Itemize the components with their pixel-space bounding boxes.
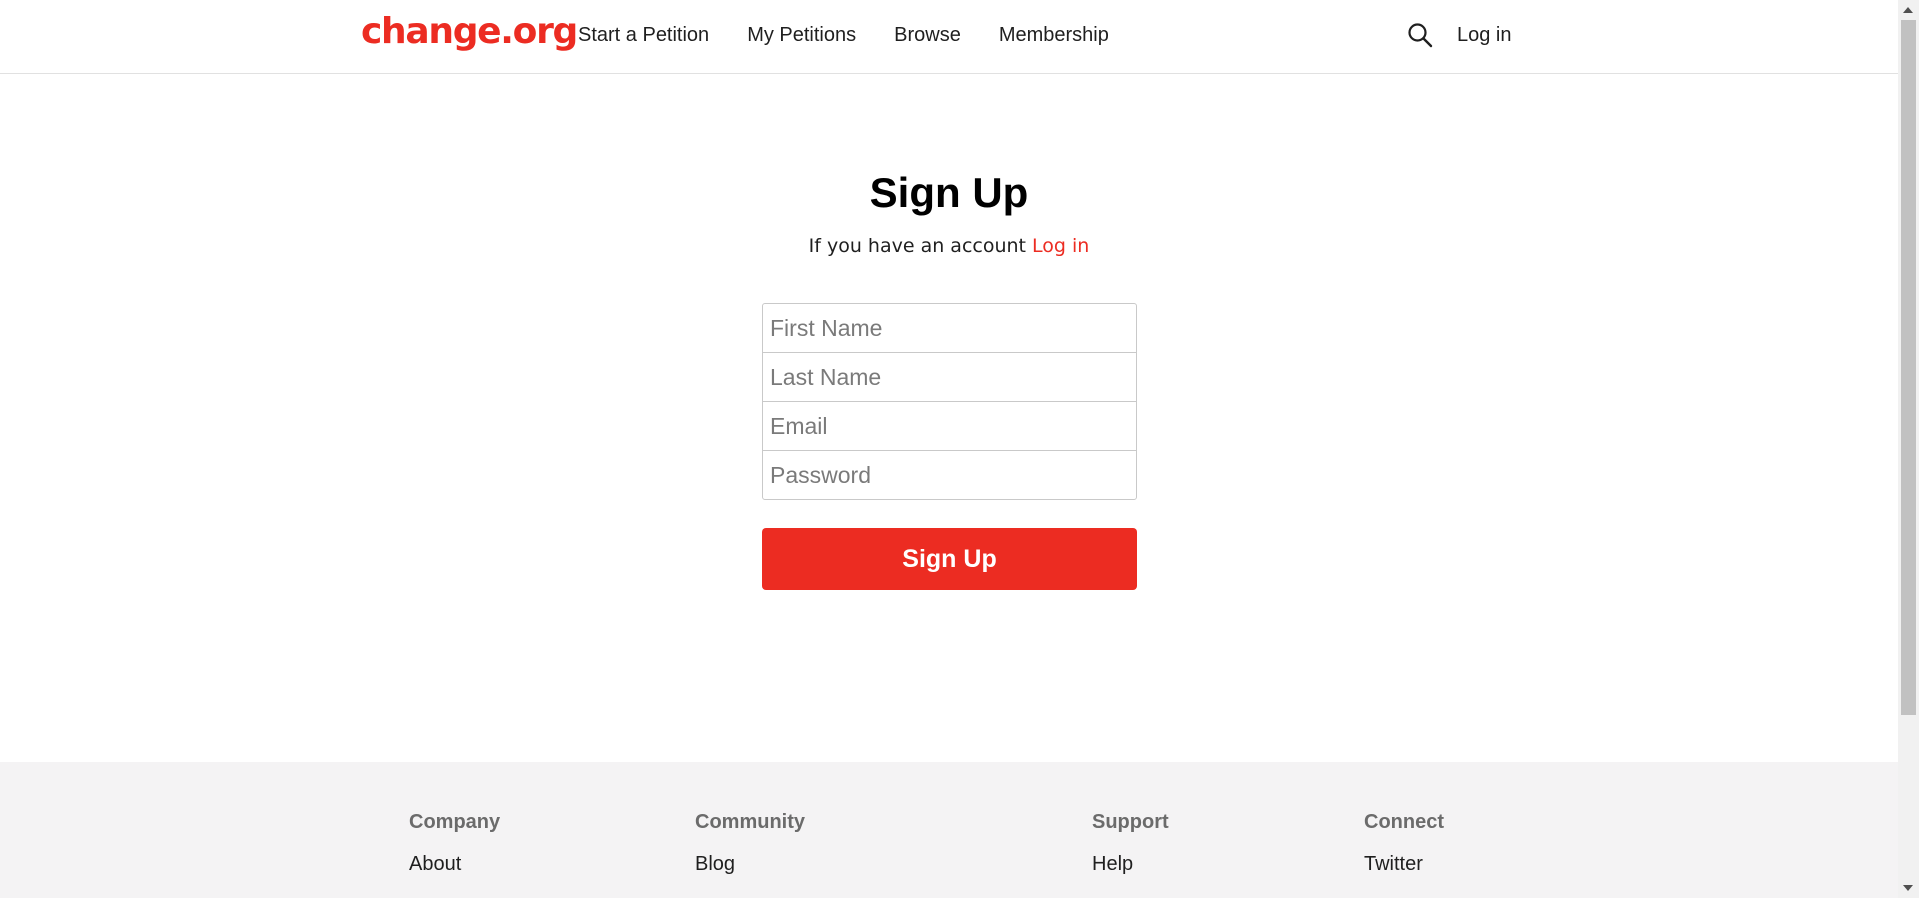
last-name-field[interactable] [762, 352, 1137, 402]
footer-column-connect: Connect Twitter [1364, 807, 1444, 879]
footer-link-blog[interactable]: Blog [695, 849, 805, 879]
signup-form [762, 303, 1137, 500]
page: change.org Start a Petition My Petitions… [0, 0, 1919, 898]
login-prompt: If you have an account Log in [0, 231, 1898, 261]
site-footer: Company About Community Blog Support Hel… [0, 762, 1898, 898]
footer-heading-community: Community [695, 811, 805, 833]
footer-heading-support: Support [1092, 811, 1169, 833]
footer-heading-connect: Connect [1364, 811, 1444, 833]
footer-link-about[interactable]: About [409, 849, 500, 879]
page-title: Sign Up [869, 169, 1029, 216]
scroll-up-arrow-icon[interactable] [1903, 7, 1913, 13]
login-prompt-text: If you have an account [808, 235, 1026, 257]
password-field[interactable] [762, 450, 1137, 500]
email-field[interactable] [762, 401, 1137, 451]
site-header: change.org Start a Petition My Petitions… [0, 0, 1898, 74]
footer-column-community: Community Blog [695, 807, 805, 879]
page-scrollbar[interactable] [1898, 0, 1919, 898]
footer-link-help[interactable]: Help [1092, 849, 1169, 879]
nav-membership[interactable]: Membership [999, 20, 1109, 50]
first-name-field[interactable] [762, 303, 1137, 353]
main-nav: Start a Petition My Petitions Browse Mem… [578, 20, 1147, 50]
scroll-down-arrow-icon[interactable] [1903, 885, 1913, 891]
header-login-link[interactable]: Log in [1457, 20, 1512, 50]
footer-link-twitter[interactable]: Twitter [1364, 849, 1444, 879]
nav-my-petitions[interactable]: My Petitions [747, 20, 856, 50]
footer-column-support: Support Help [1092, 807, 1169, 879]
scrollbar-thumb[interactable] [1901, 20, 1916, 715]
login-link[interactable]: Log in [1032, 235, 1089, 257]
footer-column-company: Company About [409, 807, 500, 879]
nav-start-a-petition[interactable]: Start a Petition [578, 20, 709, 50]
nav-browse[interactable]: Browse [894, 20, 961, 50]
search-icon[interactable] [1406, 21, 1434, 49]
footer-heading-company: Company [409, 811, 501, 833]
signup-button[interactable]: Sign Up [762, 528, 1137, 590]
change-org-logo[interactable]: change.org [361, 7, 578, 57]
